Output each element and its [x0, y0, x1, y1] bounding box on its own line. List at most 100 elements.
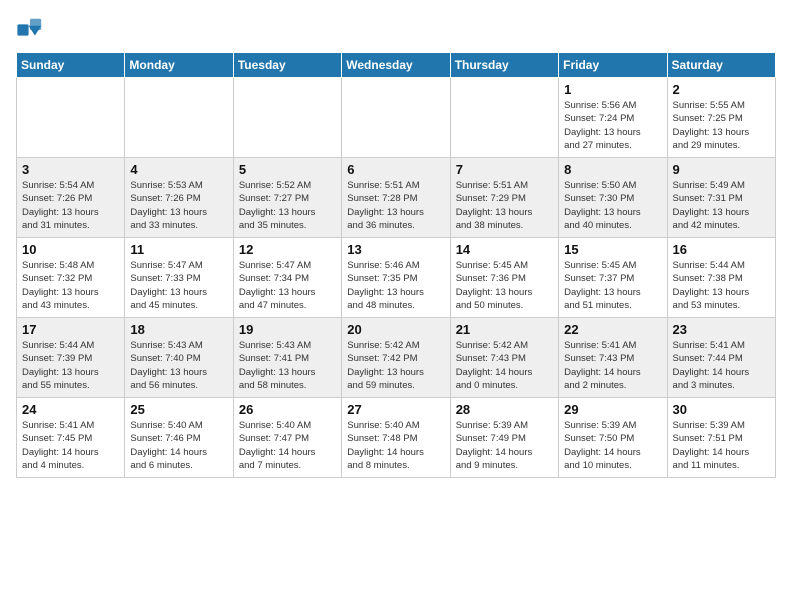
weekday-header: Saturday: [667, 53, 775, 78]
calendar-cell: 15 Sunrise: 5:45 AMSunset: 7:37 PMDayligh…: [559, 238, 667, 318]
calendar-week-row: 24 Sunrise: 5:41 AMSunset: 7:45 PMDayligh…: [17, 398, 776, 478]
calendar-cell: 30 Sunrise: 5:39 AMSunset: 7:51 PMDayligh…: [667, 398, 775, 478]
day-number: 14: [456, 242, 553, 257]
day-number: 25: [130, 402, 227, 417]
calendar-table: SundayMondayTuesdayWednesdayThursdayFrid…: [16, 52, 776, 478]
day-number: 7: [456, 162, 553, 177]
calendar-cell: 19 Sunrise: 5:43 AMSunset: 7:41 PMDayligh…: [233, 318, 341, 398]
weekday-header: Thursday: [450, 53, 558, 78]
day-info: Sunrise: 5:42 AMSunset: 7:43 PMDaylight:…: [456, 339, 553, 392]
day-number: 8: [564, 162, 661, 177]
calendar-cell: 10 Sunrise: 5:48 AMSunset: 7:32 PMDayligh…: [17, 238, 125, 318]
day-number: 29: [564, 402, 661, 417]
calendar-cell: 11 Sunrise: 5:47 AMSunset: 7:33 PMDayligh…: [125, 238, 233, 318]
logo: [16, 16, 48, 44]
calendar-cell: 8 Sunrise: 5:50 AMSunset: 7:30 PMDaylight…: [559, 158, 667, 238]
day-number: 9: [673, 162, 770, 177]
day-number: 22: [564, 322, 661, 337]
day-number: 6: [347, 162, 444, 177]
day-info: Sunrise: 5:51 AMSunset: 7:28 PMDaylight:…: [347, 179, 444, 232]
day-info: Sunrise: 5:41 AMSunset: 7:43 PMDaylight:…: [564, 339, 661, 392]
calendar-week-row: 17 Sunrise: 5:44 AMSunset: 7:39 PMDayligh…: [17, 318, 776, 398]
calendar-week-row: 10 Sunrise: 5:48 AMSunset: 7:32 PMDayligh…: [17, 238, 776, 318]
calendar-cell: 7 Sunrise: 5:51 AMSunset: 7:29 PMDaylight…: [450, 158, 558, 238]
calendar-cell: 27 Sunrise: 5:40 AMSunset: 7:48 PMDayligh…: [342, 398, 450, 478]
day-number: 12: [239, 242, 336, 257]
day-info: Sunrise: 5:50 AMSunset: 7:30 PMDaylight:…: [564, 179, 661, 232]
day-info: Sunrise: 5:49 AMSunset: 7:31 PMDaylight:…: [673, 179, 770, 232]
day-number: 21: [456, 322, 553, 337]
day-info: Sunrise: 5:42 AMSunset: 7:42 PMDaylight:…: [347, 339, 444, 392]
day-number: 24: [22, 402, 119, 417]
day-info: Sunrise: 5:39 AMSunset: 7:51 PMDaylight:…: [673, 419, 770, 472]
day-info: Sunrise: 5:40 AMSunset: 7:47 PMDaylight:…: [239, 419, 336, 472]
day-number: 26: [239, 402, 336, 417]
calendar-cell: 18 Sunrise: 5:43 AMSunset: 7:40 PMDayligh…: [125, 318, 233, 398]
calendar-cell: [125, 78, 233, 158]
day-number: 27: [347, 402, 444, 417]
day-number: 30: [673, 402, 770, 417]
logo-icon: [16, 16, 44, 44]
calendar-cell: 4 Sunrise: 5:53 AMSunset: 7:26 PMDaylight…: [125, 158, 233, 238]
calendar-cell: 6 Sunrise: 5:51 AMSunset: 7:28 PMDaylight…: [342, 158, 450, 238]
calendar-cell: 29 Sunrise: 5:39 AMSunset: 7:50 PMDayligh…: [559, 398, 667, 478]
calendar-week-row: 3Sunrise: 5:54 AMSunset: 7:26 PMDaylight…: [17, 158, 776, 238]
day-info: Sunrise: 5:45 AMSunset: 7:37 PMDaylight:…: [564, 259, 661, 312]
weekday-header: Tuesday: [233, 53, 341, 78]
day-number: 23: [673, 322, 770, 337]
weekday-header: Sunday: [17, 53, 125, 78]
day-info: Sunrise: 5:40 AMSunset: 7:46 PMDaylight:…: [130, 419, 227, 472]
day-info: Sunrise: 5:47 AMSunset: 7:34 PMDaylight:…: [239, 259, 336, 312]
day-number: 16: [673, 242, 770, 257]
calendar-cell: 24 Sunrise: 5:41 AMSunset: 7:45 PMDayligh…: [17, 398, 125, 478]
day-number: 10: [22, 242, 119, 257]
day-info: Sunrise: 5:46 AMSunset: 7:35 PMDaylight:…: [347, 259, 444, 312]
day-info: Sunrise: 5:43 AMSunset: 7:41 PMDaylight:…: [239, 339, 336, 392]
day-info: Sunrise: 5:53 AMSunset: 7:26 PMDaylight:…: [130, 179, 227, 232]
day-info: Sunrise: 5:47 AMSunset: 7:33 PMDaylight:…: [130, 259, 227, 312]
day-info: Sunrise: 5:52 AMSunset: 7:27 PMDaylight:…: [239, 179, 336, 232]
day-number: 15: [564, 242, 661, 257]
day-number: 11: [130, 242, 227, 257]
day-number: 2: [673, 82, 770, 97]
calendar-cell: 21 Sunrise: 5:42 AMSunset: 7:43 PMDayligh…: [450, 318, 558, 398]
day-info: Sunrise: 5:41 AMSunset: 7:45 PMDaylight:…: [22, 419, 119, 472]
day-number: 4: [130, 162, 227, 177]
calendar-cell: 22 Sunrise: 5:41 AMSunset: 7:43 PMDayligh…: [559, 318, 667, 398]
calendar-cell: [233, 78, 341, 158]
day-info: Sunrise: 5:43 AMSunset: 7:40 PMDaylight:…: [130, 339, 227, 392]
calendar-cell: 26 Sunrise: 5:40 AMSunset: 7:47 PMDayligh…: [233, 398, 341, 478]
day-number: 19: [239, 322, 336, 337]
day-number: 17: [22, 322, 119, 337]
day-info: Sunrise: 5:39 AMSunset: 7:50 PMDaylight:…: [564, 419, 661, 472]
calendar-cell: 2 Sunrise: 5:55 AMSunset: 7:25 PMDaylight…: [667, 78, 775, 158]
calendar-cell: 9 Sunrise: 5:49 AMSunset: 7:31 PMDaylight…: [667, 158, 775, 238]
calendar-cell: 1 Sunrise: 5:56 AMSunset: 7:24 PMDaylight…: [559, 78, 667, 158]
day-info: Sunrise: 5:54 AMSunset: 7:26 PMDaylight:…: [22, 179, 119, 232]
calendar-cell: 3Sunrise: 5:54 AMSunset: 7:26 PMDaylight…: [17, 158, 125, 238]
day-number: 5: [239, 162, 336, 177]
day-info: Sunrise: 5:55 AMSunset: 7:25 PMDaylight:…: [673, 99, 770, 152]
day-number: 18: [130, 322, 227, 337]
day-number: 1: [564, 82, 661, 97]
calendar-cell: [342, 78, 450, 158]
day-number: 13: [347, 242, 444, 257]
weekday-header: Wednesday: [342, 53, 450, 78]
calendar-cell: 14Sunrise: 5:45 AMSunset: 7:36 PMDayligh…: [450, 238, 558, 318]
day-info: Sunrise: 5:56 AMSunset: 7:24 PMDaylight:…: [564, 99, 661, 152]
day-info: Sunrise: 5:40 AMSunset: 7:48 PMDaylight:…: [347, 419, 444, 472]
calendar-cell: 20Sunrise: 5:42 AMSunset: 7:42 PMDayligh…: [342, 318, 450, 398]
day-info: Sunrise: 5:39 AMSunset: 7:49 PMDaylight:…: [456, 419, 553, 472]
calendar-week-row: 1 Sunrise: 5:56 AMSunset: 7:24 PMDaylight…: [17, 78, 776, 158]
day-number: 28: [456, 402, 553, 417]
calendar-header-row: SundayMondayTuesdayWednesdayThursdayFrid…: [17, 53, 776, 78]
calendar-cell: [17, 78, 125, 158]
day-info: Sunrise: 5:51 AMSunset: 7:29 PMDaylight:…: [456, 179, 553, 232]
day-info: Sunrise: 5:44 AMSunset: 7:39 PMDaylight:…: [22, 339, 119, 392]
calendar-cell: 5 Sunrise: 5:52 AMSunset: 7:27 PMDaylight…: [233, 158, 341, 238]
calendar-cell: 13 Sunrise: 5:46 AMSunset: 7:35 PMDayligh…: [342, 238, 450, 318]
day-info: Sunrise: 5:44 AMSunset: 7:38 PMDaylight:…: [673, 259, 770, 312]
calendar-cell: [450, 78, 558, 158]
weekday-header: Friday: [559, 53, 667, 78]
day-info: Sunrise: 5:48 AMSunset: 7:32 PMDaylight:…: [22, 259, 119, 312]
